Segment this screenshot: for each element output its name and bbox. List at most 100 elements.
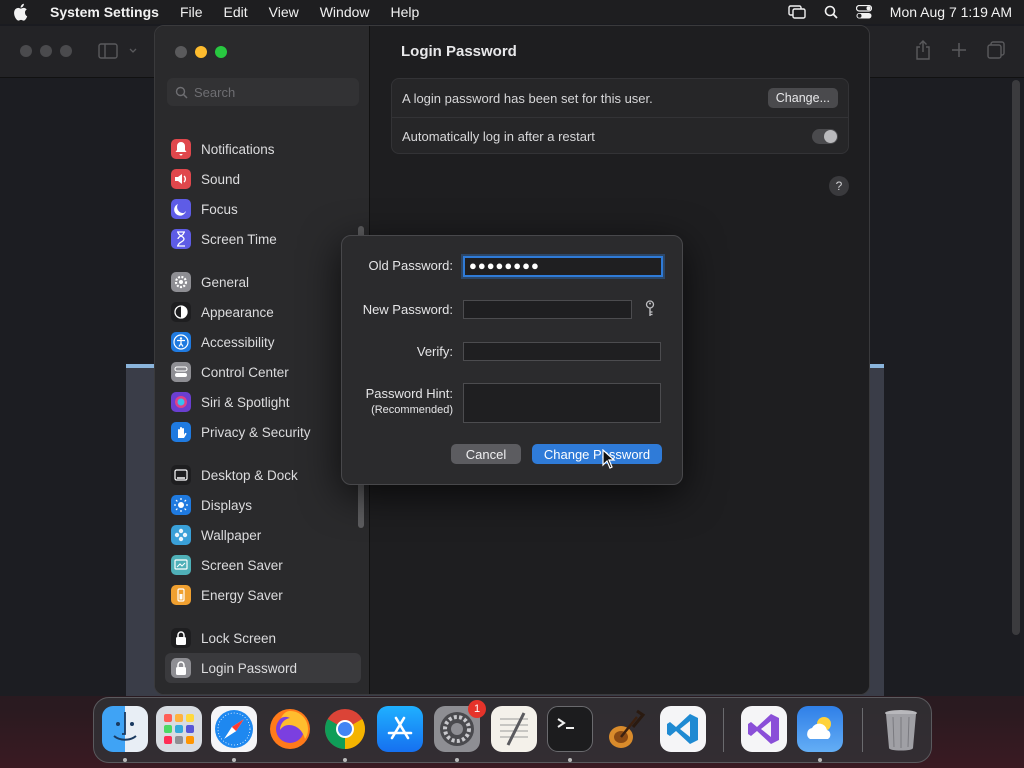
sidebar-item-label: Desktop & Dock xyxy=(201,467,298,483)
spotlight-search-icon[interactable] xyxy=(824,5,838,19)
sidebar-item-sound[interactable]: Sound xyxy=(165,164,361,194)
dock-icon xyxy=(171,465,191,485)
finder-running-indicator xyxy=(123,758,127,762)
change-password-submit-button[interactable]: Change Password xyxy=(532,444,662,464)
auto-login-text: Automatically log in after a restart xyxy=(402,129,595,144)
sidebar-item-general[interactable]: General xyxy=(165,267,361,297)
menu-view[interactable]: View xyxy=(269,4,299,20)
terminal-icon[interactable] xyxy=(547,706,593,752)
old-password-field[interactable]: ●●●●●●●● xyxy=(463,256,663,277)
bell-icon xyxy=(171,139,191,159)
sidebar-item-accessibility[interactable]: Accessibility xyxy=(165,327,361,357)
old-password-label: Old Password: xyxy=(368,258,453,273)
sidebar-item-screen-saver[interactable]: Screen Saver xyxy=(165,550,361,580)
sidebar-item-login-password[interactable]: Login Password xyxy=(165,653,361,683)
screen-mirroring-icon[interactable] xyxy=(788,5,806,19)
vscode-icon[interactable] xyxy=(660,706,706,752)
menu-file[interactable]: File xyxy=(180,4,203,20)
password-set-row: A login password has been set for this u… xyxy=(392,79,848,117)
close-button[interactable] xyxy=(175,46,187,58)
sidebar-item-lock-screen[interactable]: Lock Screen xyxy=(165,623,361,653)
firefox-icon[interactable] xyxy=(267,706,313,752)
safari-running-indicator xyxy=(232,758,236,762)
system-settings-running-indicator xyxy=(455,758,459,762)
screensaver-icon xyxy=(171,555,191,575)
menu-app-name[interactable]: System Settings xyxy=(50,4,159,20)
login-password-group: A login password has been set for this u… xyxy=(391,78,849,154)
auto-login-toggle[interactable] xyxy=(812,129,838,144)
password-hint-field[interactable] xyxy=(463,383,661,423)
menu-window[interactable]: Window xyxy=(320,4,370,20)
sidebar-item-label: Energy Saver xyxy=(201,587,283,603)
sidebar-item-appearance[interactable]: Appearance xyxy=(165,297,361,327)
weather-running-indicator xyxy=(818,758,822,762)
textedit-icon[interactable] xyxy=(491,706,537,752)
password-set-text: A login password has been set for this u… xyxy=(402,90,653,106)
speaker-icon xyxy=(171,169,191,189)
control-center-icon xyxy=(171,362,191,382)
siri-icon xyxy=(171,392,191,412)
app-store-icon[interactable] xyxy=(377,706,423,752)
share-icon xyxy=(914,40,932,63)
sidebar-item-label: Focus xyxy=(201,201,238,217)
lock-icon xyxy=(171,628,191,648)
sidebar-item-desktop-and-dock[interactable]: Desktop & Dock xyxy=(165,460,361,490)
launchpad-icon[interactable] xyxy=(156,706,202,752)
chrome-running-indicator xyxy=(343,758,347,762)
appearance-icon xyxy=(171,302,191,322)
verify-password-field[interactable] xyxy=(463,342,661,361)
minimize-button[interactable] xyxy=(195,46,207,58)
sidebar-item-wallpaper[interactable]: Wallpaper xyxy=(165,520,361,550)
sidebar-item-control-center[interactable]: Control Center xyxy=(165,357,361,387)
sidebar-item-energy-saver[interactable]: Energy Saver xyxy=(165,580,361,610)
sidebar-item-notifications[interactable]: Notifications xyxy=(165,134,361,164)
mouse-pointer-icon xyxy=(602,448,616,472)
control-center-icon[interactable] xyxy=(855,5,872,19)
background-window-traffic-lights xyxy=(20,45,72,57)
sidebar-item-privacy-and-security[interactable]: Privacy & Security xyxy=(165,417,361,447)
sidebar-item-label: Wallpaper xyxy=(201,527,262,543)
moon-icon xyxy=(171,199,191,219)
menu-edit[interactable]: Edit xyxy=(224,4,248,20)
trash-icon[interactable] xyxy=(878,706,924,752)
sidebar-item-focus[interactable]: Focus xyxy=(165,194,361,224)
finder-icon[interactable] xyxy=(102,706,148,752)
window-traffic-lights xyxy=(175,46,227,58)
system-settings-badge: 1 xyxy=(468,700,486,718)
menu-clock[interactable]: Mon Aug 7 1:19 AM xyxy=(890,4,1012,20)
zoom-button[interactable] xyxy=(215,46,227,58)
new-tab-icon xyxy=(950,40,968,63)
tab-overview-icon xyxy=(986,40,1006,63)
sidebar-item-screen-time[interactable]: Screen Time xyxy=(165,224,361,254)
accessibility-icon xyxy=(171,332,191,352)
sidebar-item-label: Screen Saver xyxy=(201,557,283,573)
chrome-icon[interactable] xyxy=(322,706,368,752)
apple-menu-icon[interactable] xyxy=(12,3,32,21)
cancel-button[interactable]: Cancel xyxy=(451,444,521,464)
auto-login-row: Automatically log in after a restart xyxy=(392,117,848,155)
search-input[interactable]: Search xyxy=(167,78,359,106)
sidebar-item-label: Sound xyxy=(201,171,241,187)
visual-studio-icon[interactable] xyxy=(741,706,787,752)
change-password-button[interactable]: Change... xyxy=(767,88,838,108)
search-icon xyxy=(175,86,188,99)
sidebar-item-label: Screen Time xyxy=(201,231,277,247)
dock-separator xyxy=(723,708,724,752)
sidebar-toggle-icon xyxy=(98,42,138,63)
password-hint-label: Password Hint: (Recommended) xyxy=(366,386,453,418)
password-hint-sublabel: (Recommended) xyxy=(371,404,453,416)
sidebar-item-label: Notifications xyxy=(201,141,275,157)
menu-help[interactable]: Help xyxy=(391,4,420,20)
help-button[interactable]: ? xyxy=(829,176,849,196)
sidebar-item-displays[interactable]: Displays xyxy=(165,490,361,520)
garageband-icon[interactable] xyxy=(602,706,648,752)
sidebar-item-label: Appearance xyxy=(201,304,274,320)
safari-icon[interactable] xyxy=(211,706,257,752)
new-password-field[interactable] xyxy=(463,300,632,319)
sidebar-item-label: Accessibility xyxy=(201,334,275,350)
weather-icon[interactable] xyxy=(797,706,843,752)
sidebar-item-siri-and-spotlight[interactable]: Siri & Spotlight xyxy=(165,387,361,417)
key-icon[interactable] xyxy=(644,300,656,321)
